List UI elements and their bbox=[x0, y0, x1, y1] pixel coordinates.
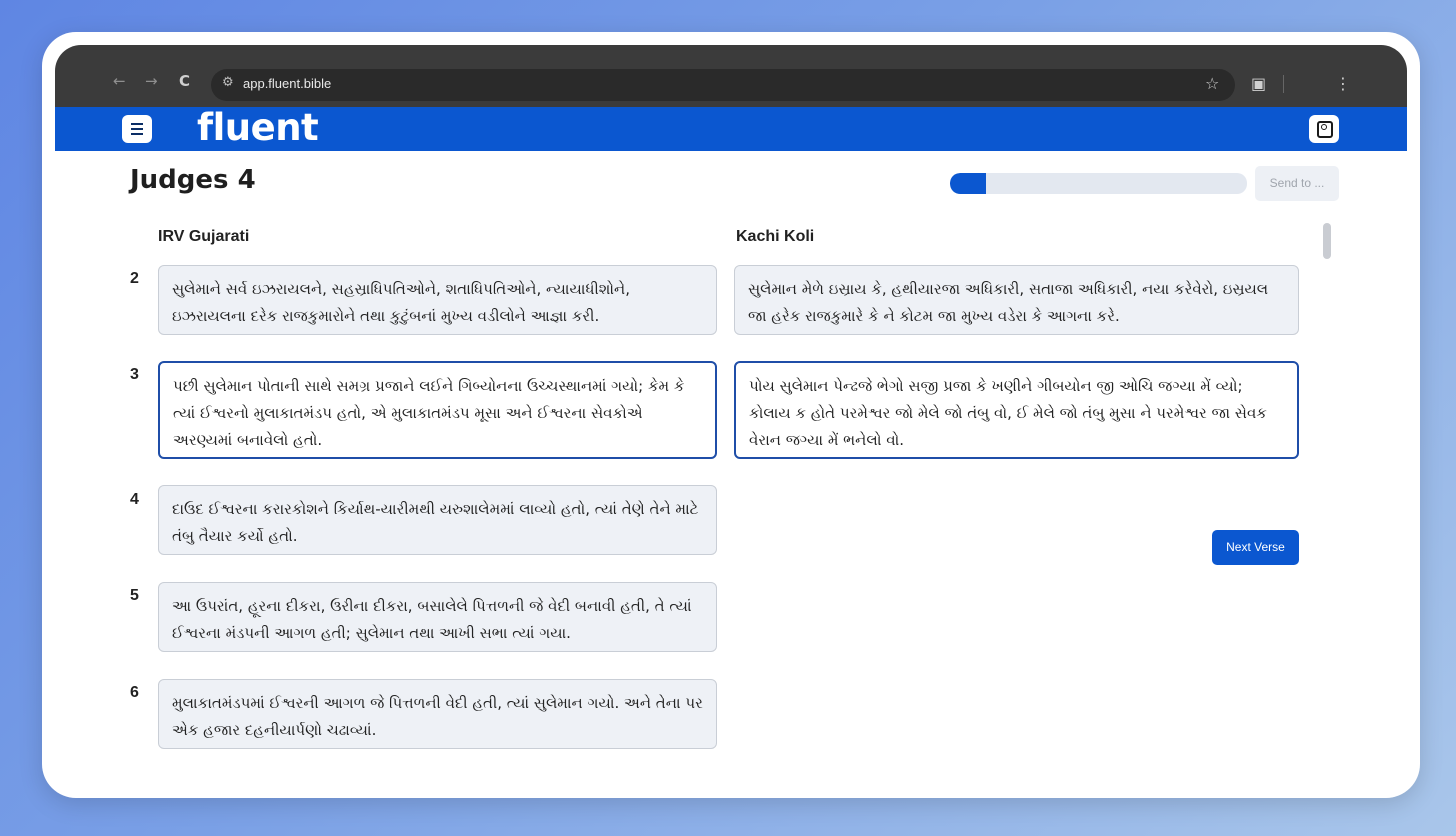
side-panel-icon[interactable]: ▣ bbox=[1251, 75, 1266, 93]
reload-icon[interactable]: C bbox=[179, 71, 190, 91]
site-info-icon[interactable]: ⚙ bbox=[222, 75, 234, 90]
app-logo: fluent bbox=[197, 106, 319, 149]
verse-number: 5 bbox=[130, 587, 139, 604]
back-arrow-icon[interactable]: ← bbox=[113, 71, 126, 91]
page-title: Judges 4 bbox=[130, 165, 256, 195]
menu-line bbox=[131, 128, 143, 130]
forward-arrow-icon[interactable]: → bbox=[145, 71, 158, 91]
verse-number: 2 bbox=[130, 270, 139, 287]
screenshot-frame: ← → C ⚙ app.fluent.bible ☆ ▣ ⋮ fluent Ju… bbox=[42, 32, 1420, 798]
next-verse-button[interactable]: Next Verse bbox=[1212, 530, 1299, 565]
send-to-button[interactable]: Send to ... bbox=[1255, 166, 1339, 201]
browser-window: ← → C ⚙ app.fluent.bible ☆ ▣ ⋮ fluent Ju… bbox=[55, 45, 1407, 785]
target-column-header: Kachi Koli bbox=[736, 228, 815, 245]
source-verse-box: દાઉદ ઈશ્વરના કરારકોશને કિર્યાથ-યારીમથી ય… bbox=[158, 485, 717, 555]
verse-number: 4 bbox=[130, 491, 139, 508]
address-bar[interactable]: ⚙ app.fluent.bible bbox=[211, 69, 1235, 101]
menu-line bbox=[131, 133, 143, 135]
target-verse-input-active[interactable]: પોય સુલેમાન પેન્ઢજે ભેગો સજી પ્રજા કે ખણ… bbox=[734, 361, 1299, 459]
source-verse-box: આ ઉપરાંત, હૂરના દીકરા, ઉરીના દીકરા, બસાલ… bbox=[158, 582, 717, 652]
source-verse-box: સુલેમાને સર્વ ઇઝરાયલને, સહસ્રાધિપતિઓને, … bbox=[158, 265, 717, 335]
hamburger-menu-button[interactable] bbox=[122, 115, 152, 143]
main-content: Judges 4 Send to ... IRV Gujarati Kachi … bbox=[55, 151, 1407, 785]
profile-button[interactable] bbox=[1309, 115, 1339, 143]
toolbar-separator bbox=[1283, 75, 1284, 93]
browser-menu-icon[interactable]: ⋮ bbox=[1335, 75, 1351, 93]
target-verse-input[interactable]: સુલેમાન મેળે ઇસ્રાય કે, હથીયારજા અધિકારી… bbox=[734, 265, 1299, 335]
menu-line bbox=[131, 123, 143, 125]
source-column-header: IRV Gujarati bbox=[158, 228, 250, 245]
profile-head-icon bbox=[1321, 124, 1327, 130]
source-verse-box: મુલાકાતમંડપમાં ઈશ્વરની આગળ જે પિત્તળની વ… bbox=[158, 679, 717, 749]
url-text[interactable]: app.fluent.bible bbox=[243, 76, 331, 91]
progress-fill bbox=[950, 173, 986, 194]
progress-bar bbox=[950, 173, 1247, 194]
verse-number: 3 bbox=[130, 366, 139, 383]
source-verse-box-active: પછી સુલેમાન પોતાની સાથે સમગ્ર પ્રજાને લઈ… bbox=[158, 361, 717, 459]
bookmark-star-icon[interactable]: ☆ bbox=[1205, 75, 1219, 93]
app-header: fluent bbox=[55, 106, 1407, 151]
browser-toolbar: ← → C ⚙ app.fluent.bible ☆ ▣ ⋮ bbox=[55, 45, 1407, 107]
verse-number: 6 bbox=[130, 684, 139, 701]
scrollbar-thumb[interactable] bbox=[1323, 223, 1331, 259]
